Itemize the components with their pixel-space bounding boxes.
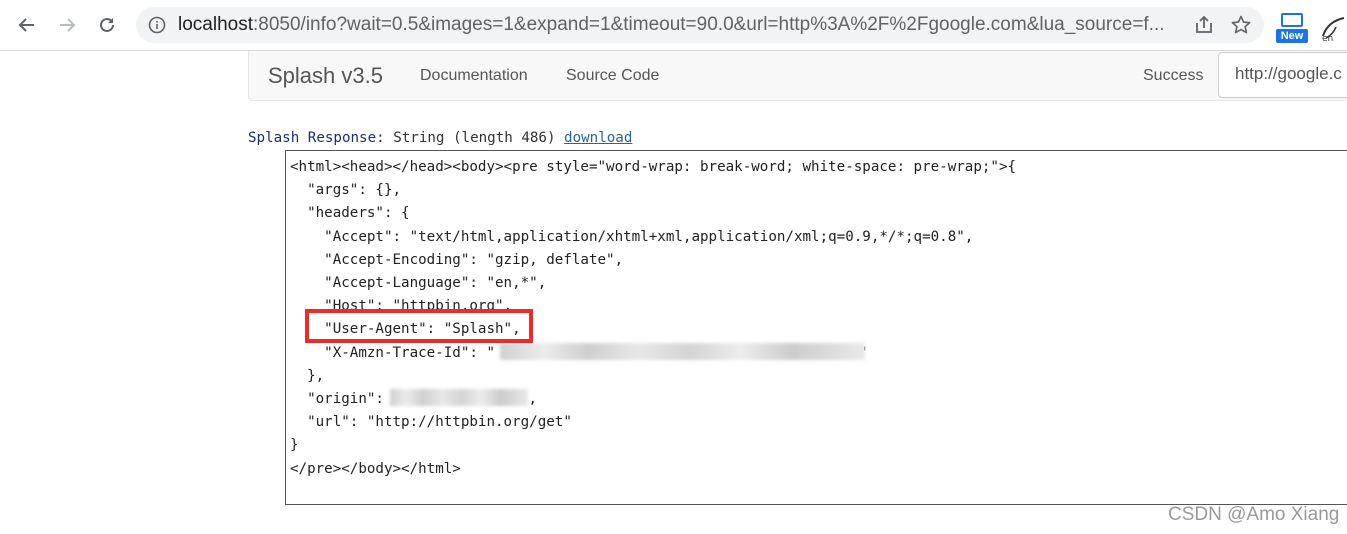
code-line: "Accept-Language": "en,*", [290,275,547,292]
redacted-origin [390,389,528,406]
url-host: localhost [178,14,253,35]
url-path: :8050/info?wait=0.5&images=1&expand=1&ti… [253,14,1165,35]
address-bar[interactable]: localhost:8050/info?wait=0.5&images=1&ex… [136,7,1264,43]
code-line: "args": {}, [290,182,402,199]
code-line: }, [290,367,325,384]
svg-text:en: en [1322,34,1333,42]
back-arrow-icon [18,18,34,32]
forward-arrow-icon [60,18,76,32]
url-input[interactable]: http://google.c [1218,52,1347,98]
redacted-trace-id [500,343,865,360]
code-line: <html><head></head><body><pre style="wor… [290,159,1017,175]
new-badge: New [1276,29,1308,43]
code-line: "X-Amzn-Trace-Id": " [290,344,495,361]
response-label: Splash Response: String (length 486) dow… [248,130,632,146]
highlight-box [305,309,533,343]
star-icon[interactable] [1230,14,1252,36]
code-line: "url": "http://httpbin.org/get" [290,414,572,431]
nav-link-documentation[interactable]: Documentation [420,67,528,85]
watermark: CSDN @Amo Xiang [1168,504,1340,525]
back-button[interactable] [10,8,44,42]
address-url[interactable]: localhost:8050/info?wait=0.5&images=1&ex… [178,14,1178,36]
status-text: Success [1143,67,1204,84]
brand-title[interactable]: Splash v3.5 [268,63,383,89]
download-link[interactable]: download [564,130,632,146]
code-line: } [290,437,299,454]
translate-icon[interactable]: en [1320,14,1347,42]
extension-icon [1281,13,1303,27]
forward-button[interactable] [50,8,84,42]
code-line: "Accept": "text/html,application/xhtml+x… [290,228,974,245]
share-icon[interactable] [1193,14,1215,36]
code-line: </pre></body></html> [290,460,461,477]
reload-icon [100,17,114,32]
response-label-prefix: Splash Response [248,130,377,146]
code-line: "origin": [290,391,393,408]
splash-navbar: Splash v3.5 Documentation Source Code Su… [248,51,1347,101]
code-line: "headers": { [290,205,410,222]
reload-button[interactable] [90,8,124,42]
info-icon[interactable] [148,16,166,34]
extension-new-button[interactable]: New [1276,13,1308,43]
response-label-info: : String (length 486) [376,130,565,146]
code-line: , [528,391,538,408]
browser-toolbar: localhost:8050/info?wait=0.5&images=1&ex… [0,0,1347,51]
nav-link-source-code[interactable]: Source Code [566,67,659,85]
code-line: "Accept-Encoding": "gzip, deflate", [290,251,624,268]
